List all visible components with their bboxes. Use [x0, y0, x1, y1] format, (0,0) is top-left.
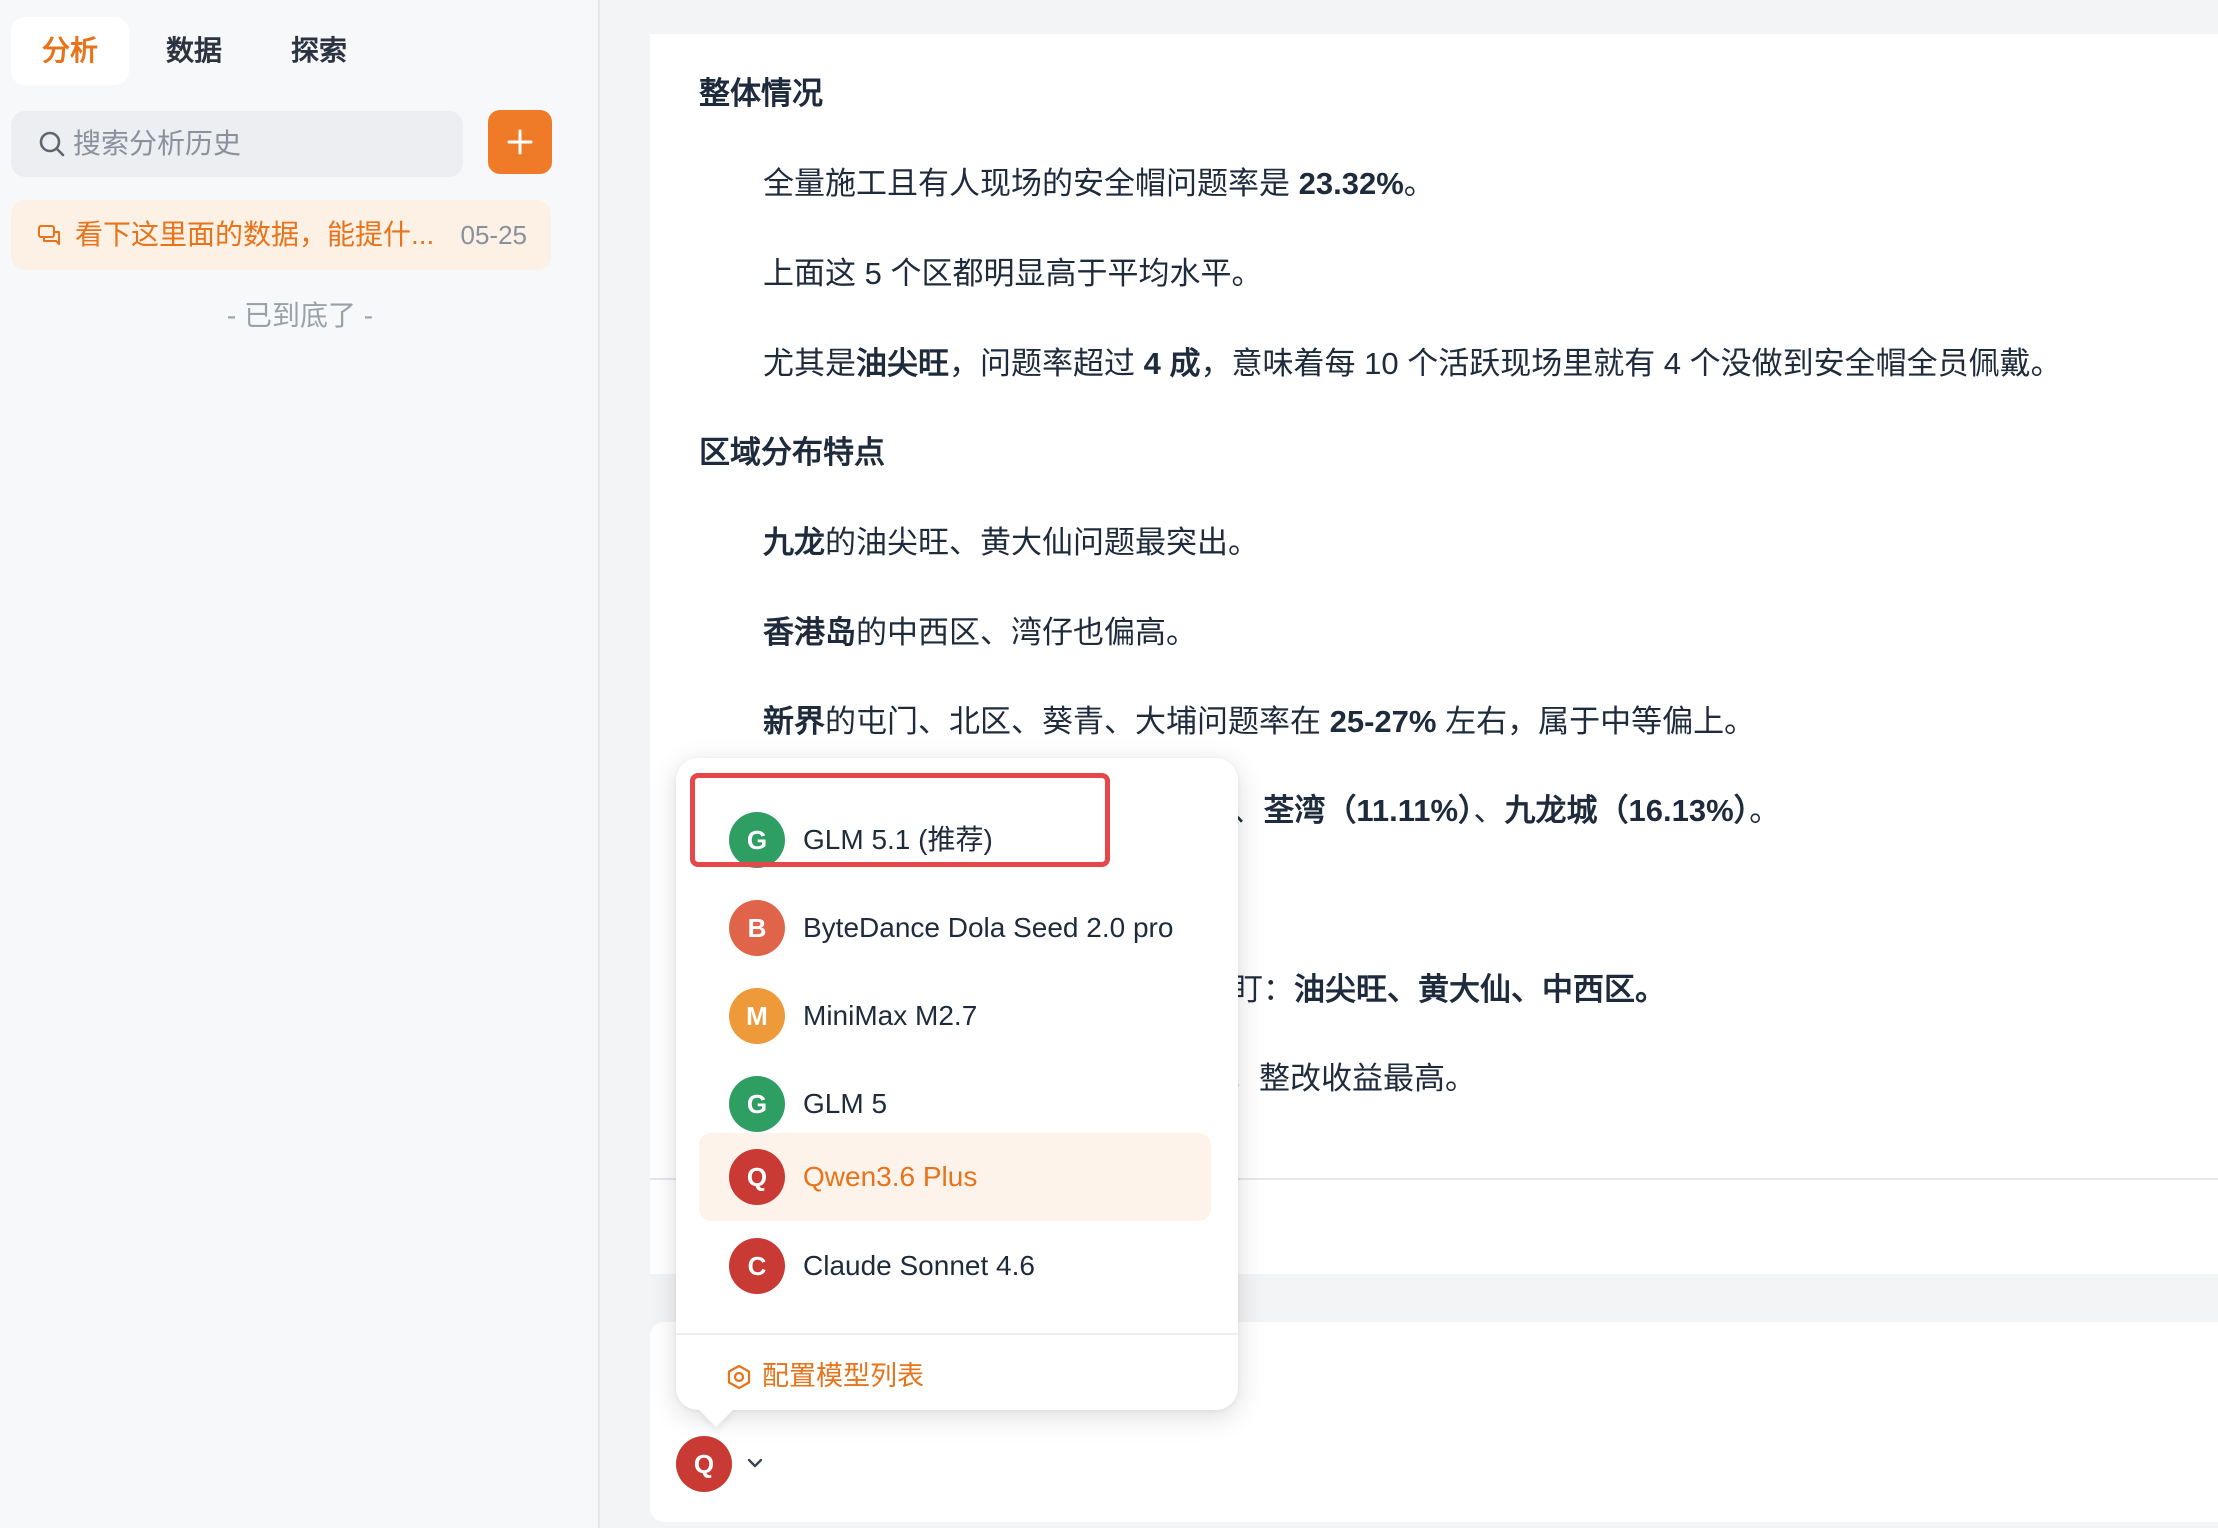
report-paragraph: 香港岛的中西区、湾仔也偏高。	[763, 615, 1197, 650]
model-option-minimax[interactable]: M MiniMax M2.7	[699, 974, 1211, 1058]
tab-data[interactable]: 数据	[140, 17, 248, 85]
report-paragraph: 新界的屯门、北区、葵青、大埔问题率在 25-27% 左右，属于中等偏上。	[763, 704, 1756, 739]
history-item[interactable]: 看下这里面的数据，能提什... 05-25	[11, 200, 551, 270]
model-avatar: G	[729, 1076, 785, 1132]
end-of-list-note: - 已到底了 -	[226, 300, 374, 331]
dropdown-divider	[676, 1333, 1238, 1335]
model-option-claude[interactable]: C Claude Sonnet 4.6	[699, 1224, 1211, 1308]
report-paragraph: 上面这 5 个区都明显高于平均水平。	[763, 256, 1263, 291]
search-placeholder: 搜索分析历史	[73, 128, 242, 159]
report-paragraph-partial: )、荃湾（11.11%）、九龙城（16.13%）。	[1222, 793, 1781, 828]
chevron-down-icon	[747, 1458, 763, 1468]
model-option-label: ByteDance Dola Seed 2.0 pro	[803, 912, 1174, 943]
report-paragraph: 九龙的油尖旺、黄大仙问题最突出。	[763, 525, 1259, 560]
report-paragraph-partial: 盯：油尖旺、黄大仙、中西区。	[1232, 972, 1666, 1007]
model-avatar: G	[729, 812, 785, 868]
model-option-label: MiniMax M2.7	[803, 1000, 978, 1031]
model-option-glm-5-1[interactable]: G GLM 5.1 (推荐)	[699, 798, 1211, 882]
model-option-bytedance[interactable]: B ByteDance Dola Seed 2.0 pro	[699, 886, 1211, 970]
model-avatar: C	[729, 1238, 785, 1294]
new-analysis-button[interactable]	[488, 110, 552, 174]
chat-icon	[38, 225, 60, 245]
tab-explore[interactable]: 探索	[265, 17, 373, 85]
tab-analysis[interactable]: 分析	[11, 17, 129, 85]
section-heading-regional: 区域分布特点	[699, 435, 885, 470]
current-model-avatar: Q	[676, 1436, 732, 1492]
configure-models-link[interactable]: 配置模型列表	[726, 1356, 924, 1396]
model-dropdown: G GLM 5.1 (推荐) B ByteDance Dola Seed 2.0…	[676, 758, 1238, 1427]
model-option-label: Claude Sonnet 4.6	[803, 1250, 1035, 1281]
model-selector-button[interactable]: Q	[676, 1434, 768, 1494]
search-input[interactable]: 搜索分析历史	[11, 111, 463, 177]
model-avatar: M	[729, 988, 785, 1044]
model-avatar: B	[729, 900, 785, 956]
model-option-qwen[interactable]: Q Qwen3.6 Plus	[699, 1133, 1211, 1221]
plus-icon	[507, 129, 533, 155]
report-paragraph: 全量施工且有人现场的安全帽问题率是 23.32%。	[763, 166, 1435, 201]
history-item-title: 看下这里面的数据，能提什...	[75, 219, 435, 250]
search-icon	[39, 131, 65, 157]
model-option-label: GLM 5.1 (推荐)	[803, 824, 993, 855]
history-item-date: 05-25	[460, 220, 528, 250]
model-avatar: Q	[729, 1149, 785, 1205]
model-option-label: Qwen3.6 Plus	[803, 1161, 978, 1192]
report-paragraph-partial: ，整改收益最高。	[1228, 1061, 1476, 1096]
section-heading-overall: 整体情况	[699, 76, 823, 111]
settings-icon	[727, 1364, 751, 1390]
report-paragraph: 尤其是油尖旺，问题率超过 4 成，意味着每 10 个活跃现场里就有 4 个没做到…	[763, 346, 2062, 381]
sidebar: 分析 数据 探索 搜索分析历史 看下这里面的数据，能提什... 05-25 - …	[0, 0, 600, 1528]
